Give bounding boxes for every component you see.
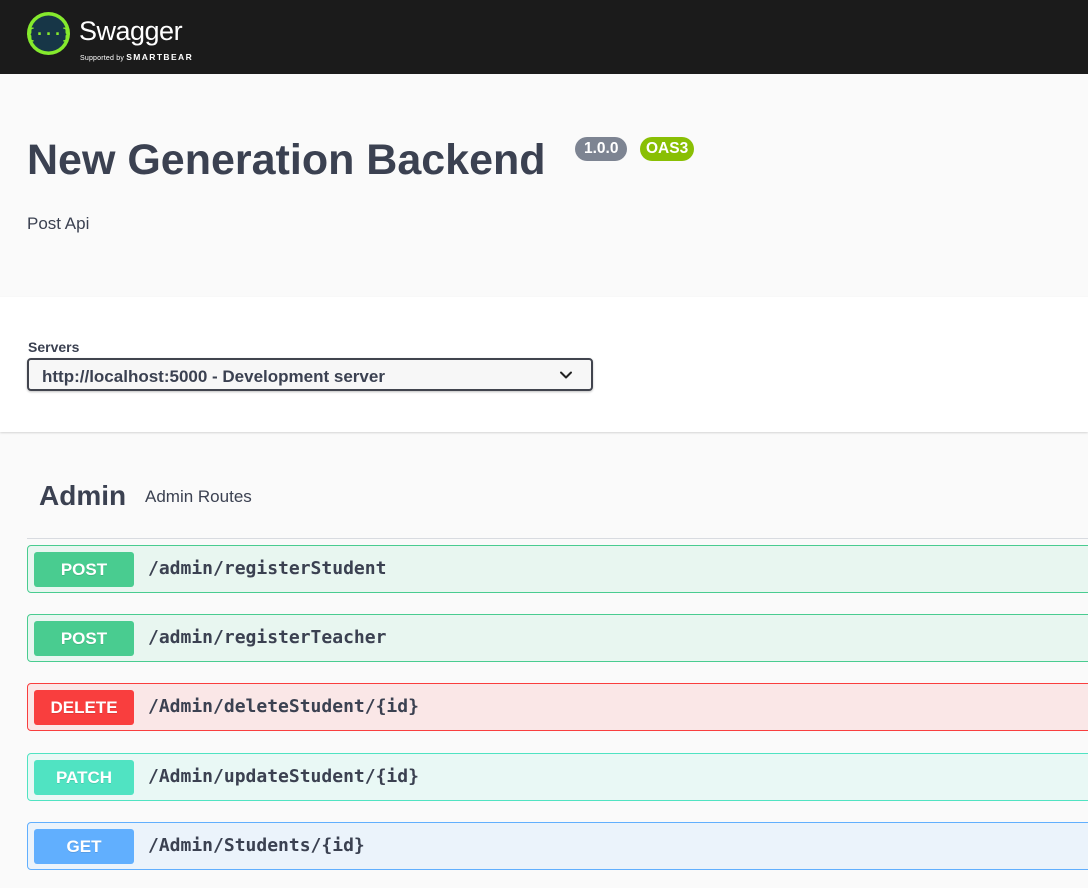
operation-path: /admin/registerTeacher [148, 627, 387, 648]
tag-header[interactable]: Admin Admin Routes [27, 466, 1088, 539]
operation-delete-student[interactable]: DELETE /Admin/deleteStudent/{id} [27, 683, 1088, 731]
servers-label: Servers [28, 339, 80, 355]
servers-selected-value: http://localhost:5000 - Development serv… [42, 367, 385, 386]
info-section: New Generation Backend 1.0.0 OAS3 Post A… [0, 74, 1088, 297]
tag-name: Admin [39, 480, 127, 511]
logo-brand-text: SMARTBEAR [126, 52, 194, 62]
api-description: Post Api [27, 214, 90, 233]
operation-path: /Admin/updateStudent/{id} [148, 766, 419, 787]
tag-description: Admin Routes [145, 487, 252, 506]
operation-path: /Admin/Students/{id} [148, 835, 365, 856]
topbar: {···} Swagger Supported by SMARTBEAR [0, 0, 1088, 74]
operation-post-register-teacher[interactable]: POST /admin/registerTeacher [27, 614, 1088, 662]
servers-select[interactable]: http://localhost:5000 - Development serv… [27, 358, 593, 391]
version-badge: 1.0.0 [575, 137, 628, 161]
method-badge: DELETE [34, 690, 134, 725]
chevron-down-icon [560, 371, 572, 379]
logo-subtitle: Supported by SMARTBEAR [80, 52, 193, 62]
method-badge: POST [34, 621, 134, 656]
method-badge: POST [34, 552, 134, 587]
operation-get-student[interactable]: GET /Admin/Students/{id} [27, 822, 1088, 870]
tag-admin-section: Admin Admin Routes POST /admin/registerS… [27, 466, 1088, 870]
oas-badge: OAS3 [640, 137, 695, 161]
method-badge: GET [34, 829, 134, 864]
logo-text[interactable]: Swagger [79, 16, 183, 47]
operation-patch-update-student[interactable]: PATCH /Admin/updateStudent/{id} [27, 753, 1088, 801]
operation-path: /Admin/deleteStudent/{id} [148, 696, 419, 717]
method-badge: PATCH [34, 760, 134, 795]
api-title: New Generation Backend [27, 136, 546, 184]
swagger-logo-icon[interactable]: {···} [27, 12, 70, 55]
servers-section: Servers http://localhost:5000 - Developm… [0, 297, 1088, 432]
logo-supported-text: Supported by [80, 55, 125, 62]
svg-text:{···}: {···} [27, 25, 70, 43]
operation-path: /admin/registerStudent [148, 558, 387, 579]
operation-post-register-student[interactable]: POST /admin/registerStudent [27, 545, 1088, 593]
